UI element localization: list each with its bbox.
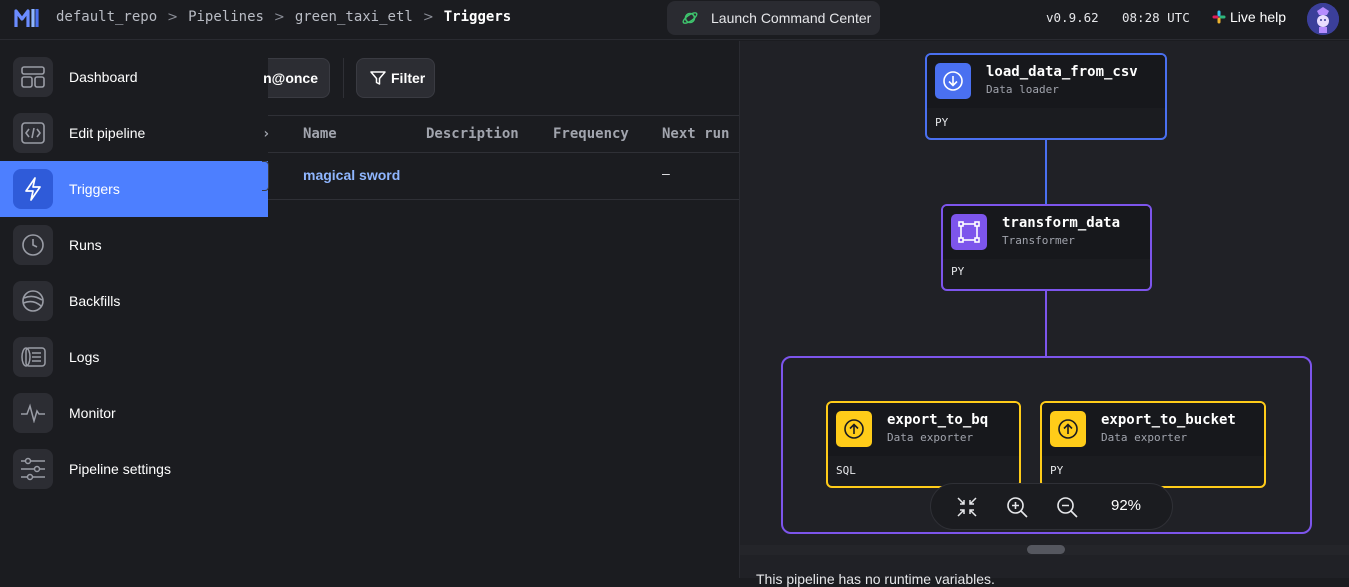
zoom-in-icon[interactable] (1005, 495, 1029, 519)
sidebar-item-monitor[interactable]: Monitor (0, 385, 268, 441)
block-name: transform_data (1002, 215, 1121, 231)
slack-icon (1212, 10, 1226, 24)
filter-icon (370, 71, 386, 85)
sidebar-item-label: Dashboard (69, 69, 138, 85)
breadcrumb-separator: > (273, 9, 285, 25)
graph-canvas[interactable]: load_data_from_csv Data loader PY transf… (740, 41, 1349, 545)
live-help-link[interactable]: Live help (1212, 9, 1286, 25)
column-header-name[interactable]: Name (303, 126, 337, 142)
zoom-out-icon[interactable] (1055, 495, 1079, 519)
block-language: PY (1050, 464, 1064, 477)
column-header-frequency[interactable]: Frequency (553, 126, 629, 142)
sidebar-item-runs[interactable]: Runs (0, 217, 268, 273)
table-header: › Name Description Frequency Next run (262, 115, 739, 153)
lightning-icon (13, 169, 53, 209)
block-type: Data exporter (1101, 431, 1188, 444)
sidebar-item-triggers[interactable]: Triggers (0, 161, 268, 217)
planet-icon (682, 12, 698, 24)
sidebar-item-label: Pipeline settings (69, 461, 171, 477)
clock-icon (13, 225, 53, 265)
run-once-label: n@once (263, 70, 318, 86)
edge-load-to-transform (1045, 139, 1047, 205)
column-edge-icon: › (262, 126, 271, 142)
version-label: v0.9.62 (1046, 10, 1099, 25)
edge-transform-to-export (1045, 291, 1047, 357)
upload-icon (1050, 411, 1086, 447)
breadcrumb-separator: > (167, 9, 179, 25)
block-transform-data[interactable]: transform_data Transformer PY (941, 204, 1152, 291)
block-language: PY (935, 116, 949, 129)
sidebar-item-label: Backfills (69, 293, 121, 309)
sliders-icon (13, 449, 53, 489)
logs-icon (13, 337, 53, 377)
block-export-to-bq[interactable]: export_to_bq Data exporter SQL (826, 401, 1021, 488)
breadcrumb-pipeline[interactable]: green_taxi_etl (295, 9, 413, 25)
pulse-icon (13, 393, 53, 433)
breadcrumb-pipelines[interactable]: Pipelines (188, 9, 264, 25)
sidebar-item-label: Runs (69, 237, 102, 253)
code-icon (13, 113, 53, 153)
filter-button[interactable]: Filter (356, 58, 435, 98)
sidebar-item-edit-pipeline[interactable]: Edit pipeline (0, 105, 268, 161)
clock-label: 08:28 UTC (1122, 10, 1190, 25)
block-name: export_to_bq (887, 412, 989, 428)
upload-icon (836, 411, 872, 447)
sidebar: Dashboard Edit pipeline Triggers Runs Ba… (0, 41, 268, 578)
sidebar-item-label: Monitor (69, 405, 116, 421)
filter-label: Filter (391, 70, 426, 86)
trigger-next-run: – (662, 165, 670, 181)
user-avatar[interactable] (1307, 3, 1339, 35)
breadcrumb-separator: > (422, 9, 434, 25)
sidebar-item-label: Logs (69, 349, 100, 365)
breadcrumb-current: Triggers (443, 9, 512, 25)
block-language: PY (951, 265, 965, 278)
launch-command-center-button[interactable]: Launch Command Center (667, 1, 880, 35)
triggers-panel: n@once Filter › Name Description Frequen… (262, 41, 739, 578)
toolbar-divider (343, 58, 344, 98)
horizontal-scrollbar-thumb[interactable] (1027, 545, 1065, 554)
sidebar-item-logs[interactable]: Logs (0, 329, 268, 385)
trigger-name-link[interactable]: magical sword (303, 167, 400, 183)
transform-icon (951, 214, 987, 250)
block-load-data-from-csv[interactable]: load_data_from_csv Data loader PY (925, 53, 1167, 140)
block-name: load_data_from_csv (986, 64, 1138, 80)
column-header-description[interactable]: Description (426, 126, 519, 142)
launch-label: Launch Command Center (711, 10, 872, 26)
backfill-icon (13, 281, 53, 321)
breadcrumb: default_repo > Pipelines > green_taxi_et… (56, 9, 511, 25)
download-icon (935, 63, 971, 99)
zoom-level: 92% (1111, 497, 1142, 514)
run-once-button[interactable]: n@once (263, 58, 330, 98)
block-type: Transformer (1002, 234, 1075, 247)
dependency-graph-panel: load_data_from_csv Data loader PY transf… (739, 41, 1349, 587)
block-export-to-bucket[interactable]: export_to_bucket Data exporter PY (1040, 401, 1266, 488)
breadcrumb-repo[interactable]: default_repo (56, 9, 157, 25)
fit-view-icon[interactable] (955, 495, 979, 519)
dashboard-icon (13, 57, 53, 97)
top-bar: default_repo > Pipelines > green_taxi_et… (0, 0, 1349, 40)
block-type: Data loader (986, 83, 1059, 96)
table-row[interactable]: magical sword – (262, 153, 739, 200)
sidebar-item-backfills[interactable]: Backfills (0, 273, 268, 329)
sidebar-item-dashboard[interactable]: Dashboard (0, 49, 268, 105)
block-language: SQL (836, 464, 856, 477)
runtime-variables-text: This pipeline has no runtime variables. (756, 571, 995, 587)
sidebar-item-label: Edit pipeline (69, 125, 146, 141)
sidebar-item-pipeline-settings[interactable]: Pipeline settings (0, 441, 268, 497)
mage-logo-icon[interactable] (14, 7, 40, 29)
block-name: export_to_bucket (1101, 412, 1236, 428)
block-type: Data exporter (887, 431, 974, 444)
sidebar-item-label: Triggers (69, 181, 120, 197)
column-header-next-run[interactable]: Next run (662, 126, 729, 142)
live-help-label: Live help (1230, 9, 1287, 25)
row-toggle[interactable] (262, 161, 269, 191)
